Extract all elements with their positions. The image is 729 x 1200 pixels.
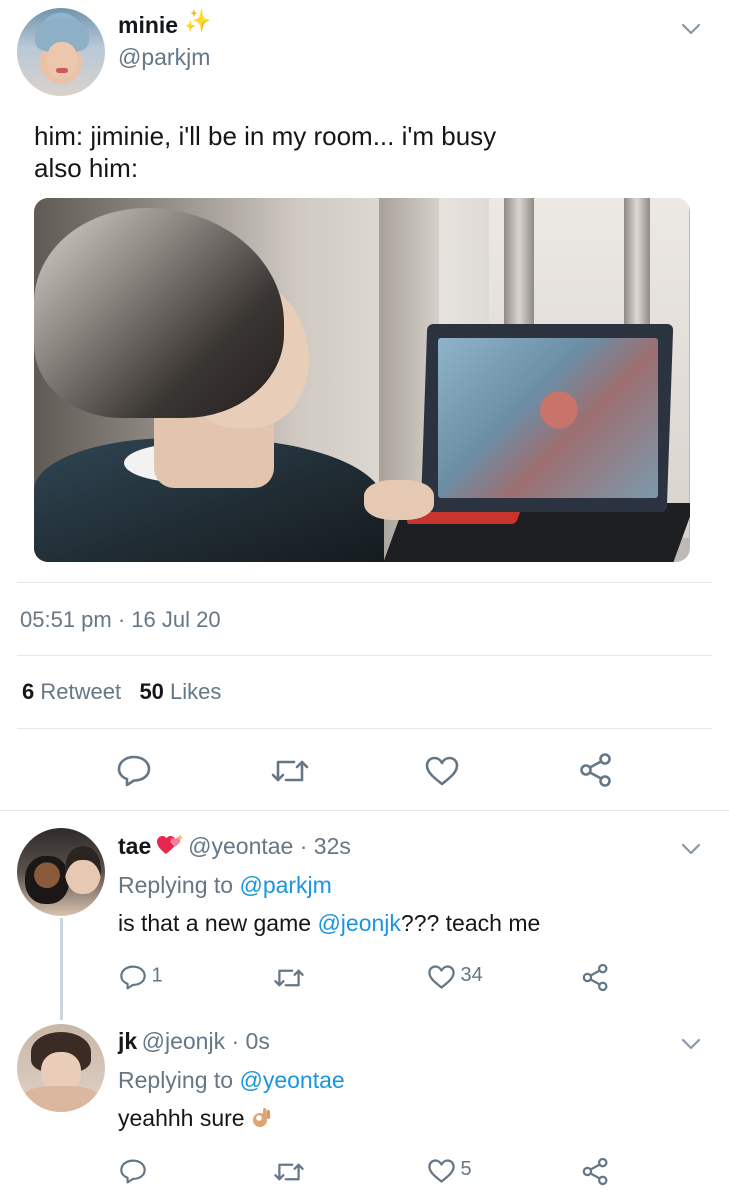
replying-to: Replying to @parkjm bbox=[118, 872, 332, 899]
divider bbox=[17, 582, 712, 583]
like-count: 34 bbox=[460, 964, 483, 987]
retweet-label: Retweet bbox=[40, 679, 122, 704]
avatar-person bbox=[65, 846, 101, 894]
reply-action[interactable]: 1 bbox=[119, 964, 163, 991]
retweet-icon[interactable] bbox=[273, 966, 305, 990]
sparkling-heart-emoji bbox=[156, 834, 184, 854]
retweet-icon[interactable] bbox=[273, 1160, 305, 1184]
sparkles-emoji: ✨ bbox=[184, 8, 212, 33]
tweet-text: him: jiminie, i'll be in my room... i'm … bbox=[34, 120, 694, 184]
chevron-down-icon[interactable] bbox=[680, 18, 702, 40]
replying-to-handle[interactable]: @yeontae bbox=[239, 1067, 344, 1093]
thread-connector-line bbox=[60, 918, 63, 1020]
like-heart-icon[interactable] bbox=[424, 755, 460, 787]
ok-hand-emoji bbox=[252, 1108, 270, 1127]
like-action[interactable]: 5 bbox=[427, 1158, 472, 1184]
like-count: 5 bbox=[460, 1158, 472, 1181]
like-heart-icon bbox=[428, 1159, 455, 1183]
divider bbox=[17, 728, 712, 729]
share-icon[interactable] bbox=[581, 963, 610, 992]
person-hair bbox=[34, 208, 284, 418]
display-name[interactable]: minie bbox=[118, 12, 178, 39]
avatar-dog bbox=[25, 856, 69, 904]
user-handle[interactable]: @parkjm bbox=[118, 44, 210, 71]
avatar-tae[interactable] bbox=[17, 828, 105, 916]
tweet-timestamp[interactable]: 05:51 pm · 16 Jul 20 bbox=[20, 607, 221, 633]
avatar-arm bbox=[23, 1086, 99, 1112]
chevron-down-icon[interactable] bbox=[680, 1033, 702, 1055]
tweet-text-line: also him: bbox=[34, 153, 139, 183]
like-count: 50 bbox=[139, 679, 164, 704]
retweet-icon[interactable] bbox=[270, 756, 310, 786]
reply-text: is that a new game @jeonjk??? teach me bbox=[118, 910, 540, 937]
reply-icon[interactable] bbox=[116, 754, 152, 788]
retweets-stat[interactable]: 6 Retweet bbox=[22, 679, 121, 704]
reply-text: yeahhh sure bbox=[118, 1105, 273, 1132]
retweet-count: 6 bbox=[22, 679, 35, 704]
replying-to-prefix: Replying to bbox=[118, 872, 234, 898]
reply-text-part: is that a new game bbox=[118, 910, 318, 936]
reply-display-name[interactable]: tae bbox=[118, 833, 151, 859]
reply-text-part: yeahhh sure bbox=[118, 1105, 245, 1131]
reply-display-name[interactable]: jk bbox=[118, 1028, 137, 1054]
tweet-text-line: him: jiminie, i'll be in my room... i'm … bbox=[34, 121, 497, 151]
mention-link[interactable]: @jeonjk bbox=[317, 910, 400, 936]
divider bbox=[17, 655, 712, 656]
divider bbox=[0, 810, 729, 811]
reply-handle-time[interactable]: @yeontae · 32s bbox=[188, 833, 351, 859]
replying-to-prefix: Replying to bbox=[118, 1067, 234, 1093]
like-label: Likes bbox=[170, 679, 222, 704]
reply-icon[interactable] bbox=[119, 1158, 147, 1185]
like-action[interactable]: 34 bbox=[427, 964, 483, 990]
replying-to-handle[interactable]: @parkjm bbox=[239, 872, 331, 898]
reply-icon bbox=[120, 965, 146, 990]
reply-header: tae @yeontae · 32s bbox=[118, 833, 351, 860]
replying-to: Replying to @yeontae bbox=[118, 1067, 345, 1094]
tweet-stats: 6 Retweet 50 Likes bbox=[22, 679, 221, 705]
tweet-media-gif[interactable] bbox=[34, 198, 690, 562]
share-icon[interactable] bbox=[581, 1157, 610, 1186]
avatar-lips bbox=[56, 68, 68, 73]
reply-text-part: ??? teach me bbox=[400, 910, 541, 936]
like-heart-icon bbox=[428, 965, 455, 989]
avatar-jk[interactable] bbox=[17, 1024, 105, 1112]
game-display bbox=[438, 338, 658, 498]
reply-count: 1 bbox=[151, 964, 163, 987]
likes-stat[interactable]: 50 Likes bbox=[139, 679, 221, 704]
reply-header: jk @jeonjk · 0s bbox=[118, 1028, 270, 1055]
avatar-minie[interactable] bbox=[17, 8, 105, 96]
share-icon[interactable] bbox=[578, 752, 614, 788]
reply-handle-time[interactable]: @jeonjk · 0s bbox=[142, 1028, 270, 1054]
person-hand bbox=[364, 480, 434, 520]
chevron-down-icon[interactable] bbox=[680, 838, 702, 860]
